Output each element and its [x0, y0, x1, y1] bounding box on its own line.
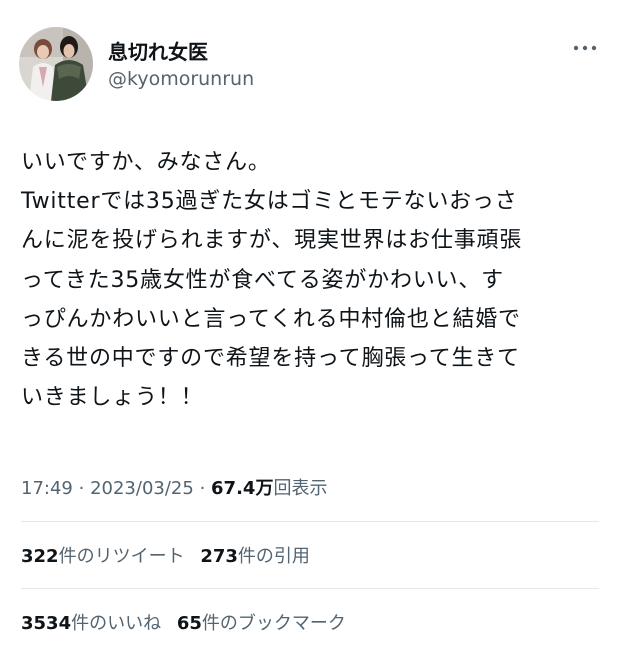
divider [21, 521, 599, 522]
likes-label: 件のいいね [71, 613, 162, 634]
bookmarks-stat[interactable]: 65件のブックマーク [177, 609, 346, 635]
tweet-text-line: Twitterでは35過ぎた女はゴミとモテないおっさ [21, 189, 518, 215]
tweet-date[interactable]: 2023/03/25 [90, 478, 194, 499]
tweet-text: いいですか、みなさん。 Twitterでは35過ぎた女はゴミとモテないおっさ ん… [21, 143, 606, 417]
tweet-text-line: ってきた35歳女性が食べてる姿がかわいい、す [21, 267, 504, 293]
engagement-row-bottom: 3534件のいいね 65件のブックマーク [21, 609, 356, 635]
views-label: 回表示 [273, 478, 328, 499]
tweet-text-line: んに泥を投げられますが、現実世界はお仕事頑張 [21, 228, 523, 254]
tweet-text-line: きる世の中ですので希望を持って胸張って生きて [21, 346, 520, 372]
bookmarks-label: 件のブックマーク [201, 613, 346, 634]
tweet-text-line: いいですか、みなさん。 [21, 150, 271, 175]
likes-count: 3534 [21, 613, 72, 634]
more-horizontal-icon [573, 45, 597, 51]
bookmarks-count: 65 [176, 613, 202, 634]
quotes-count: 273 [200, 546, 238, 567]
avatar-photo [19, 27, 93, 101]
meta-separator: · [199, 478, 206, 499]
user-handle[interactable]: @kyomorunrun [108, 68, 254, 90]
views-count: 67.4万 [211, 478, 274, 499]
likes-stat[interactable]: 3534件のいいね [21, 609, 161, 635]
tweet-text-line: いきましょう！！ [21, 385, 204, 411]
engagement-row-top: 322件のリツイート 273件の引用 [21, 542, 320, 568]
quotes-stat[interactable]: 273件の引用 [200, 542, 310, 568]
quotes-label: 件の引用 [237, 546, 310, 567]
tweet-card: 息切れ女医 @kyomorunrun いいですか、みなさん。 Twitterでは… [0, 0, 620, 655]
retweets-count: 322 [21, 546, 59, 567]
meta-separator: · [78, 478, 85, 499]
tweet-meta: 17:49 · 2023/03/25 · 67.4万回表示 [21, 474, 327, 500]
tweet-text-line: っぴんかわいいと言ってくれる中村倫也と結婚で [21, 306, 521, 332]
tweet-time[interactable]: 17:49 [21, 478, 73, 499]
divider [21, 588, 599, 589]
retweets-label: 件のリツイート [58, 546, 185, 567]
retweets-stat[interactable]: 322件のリツイート [21, 542, 185, 568]
more-options-button[interactable] [570, 36, 600, 60]
display-name[interactable]: 息切れ女医 [108, 36, 208, 65]
avatar[interactable] [19, 27, 93, 101]
